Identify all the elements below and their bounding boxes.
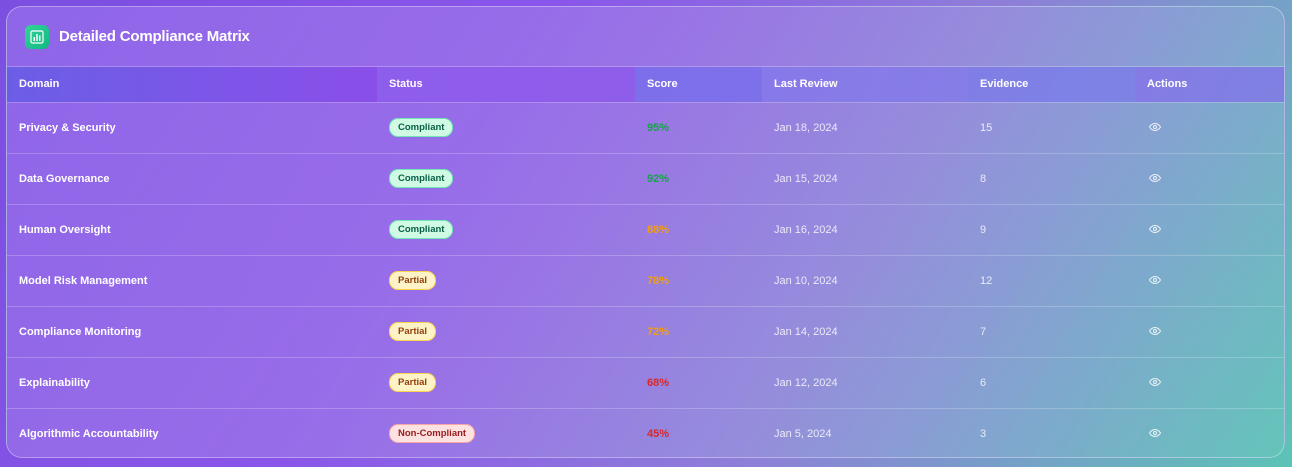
score-cell: 92% — [635, 153, 762, 204]
table-row: Algorithmic Accountability Non-Compliant… — [7, 408, 1284, 457]
status-cell: Non-Compliant — [377, 408, 635, 457]
last-review-cell: Jan 16, 2024 — [774, 223, 838, 236]
last-review-cell: Jan 14, 2024 — [774, 325, 838, 338]
actions-cell — [1135, 204, 1284, 255]
actions-cell — [1135, 255, 1284, 306]
eye-icon — [1149, 173, 1161, 183]
domain-cell: Privacy & Security — [19, 121, 116, 134]
score-value: 78% — [647, 274, 670, 287]
column-header-evidence: Evidence — [968, 67, 1135, 102]
view-button[interactable] — [1147, 323, 1163, 339]
score-cell: 72% — [635, 306, 762, 357]
last-review-cell: Jan 5, 2024 — [774, 427, 832, 440]
column-header-actions: Actions — [1135, 67, 1284, 102]
status-badge: Compliant — [389, 118, 454, 137]
status-badge: Partial — [389, 271, 437, 290]
domain-cell: Algorithmic Accountability — [19, 427, 159, 440]
table-row: Compliance Monitoring Partial 72% Jan 14… — [7, 306, 1284, 357]
status-cell: Compliant — [377, 153, 635, 204]
score-value: 92% — [647, 172, 670, 185]
actions-cell — [1135, 306, 1284, 357]
score-cell: 88% — [635, 204, 762, 255]
eye-icon — [1149, 429, 1161, 438]
evidence-cell: 3 — [980, 427, 987, 440]
status-cell: Compliant — [377, 204, 635, 255]
score-cell: 68% — [635, 357, 762, 408]
domain-cell: Explainability — [19, 376, 90, 389]
view-button[interactable] — [1147, 221, 1163, 237]
actions-cell — [1135, 408, 1284, 457]
column-header-last-review: Last Review — [762, 67, 968, 102]
view-button[interactable] — [1147, 272, 1163, 288]
table-row: Data Governance Compliant 92% Jan 15, 20… — [7, 153, 1284, 204]
evidence-cell: 6 — [980, 376, 987, 389]
bar-chart-icon — [25, 24, 49, 49]
status-cell: Partial — [377, 306, 635, 357]
table-header-row: Domain Status Score Last Review Evidence… — [7, 67, 1284, 102]
status-badge: Non-Compliant — [389, 424, 476, 444]
view-button[interactable] — [1147, 170, 1163, 186]
table-row: Explainability Partial 68% Jan 12, 2024 … — [7, 357, 1284, 408]
view-button[interactable] — [1147, 119, 1163, 135]
domain-cell: Data Governance — [19, 172, 110, 185]
table-row: Human Oversight Compliant 88% Jan 16, 20… — [7, 204, 1284, 255]
actions-cell — [1135, 357, 1284, 408]
card-header: Detailed Compliance Matrix — [7, 7, 1284, 67]
table-row: Model Risk Management Partial 78% Jan 10… — [7, 255, 1284, 306]
compliance-table: Domain Status Score Last Review Evidence… — [7, 67, 1284, 457]
status-badge: Compliant — [389, 169, 454, 188]
view-button[interactable] — [1147, 374, 1163, 390]
evidence-cell: 7 — [980, 325, 987, 338]
last-review-cell: Jan 10, 2024 — [774, 274, 838, 287]
score-value: 45% — [647, 427, 670, 440]
eye-icon — [1149, 377, 1161, 387]
column-header-score: Score — [635, 67, 762, 102]
card-title: Detailed Compliance Matrix — [59, 28, 250, 45]
last-review-cell: Jan 15, 2024 — [774, 172, 838, 185]
eye-icon — [1149, 122, 1161, 132]
status-cell: Compliant — [377, 102, 635, 153]
last-review-cell: Jan 12, 2024 — [774, 376, 838, 389]
status-badge: Partial — [389, 322, 437, 341]
evidence-cell: 8 — [980, 172, 987, 185]
actions-cell — [1135, 153, 1284, 204]
eye-icon — [1149, 275, 1161, 285]
score-cell: 78% — [635, 255, 762, 306]
domain-cell: Model Risk Management — [19, 274, 148, 287]
score-value: 95% — [647, 121, 670, 134]
domain-cell: Compliance Monitoring — [19, 325, 142, 338]
view-button[interactable] — [1147, 425, 1163, 441]
score-value: 68% — [647, 376, 670, 389]
score-cell: 45% — [635, 408, 762, 457]
score-value: 88% — [647, 223, 670, 236]
eye-icon — [1149, 326, 1161, 336]
table-row: Privacy & Security Compliant 95% Jan 18,… — [7, 102, 1284, 153]
column-header-domain: Domain — [7, 67, 377, 102]
evidence-cell: 12 — [980, 274, 993, 287]
status-cell: Partial — [377, 357, 635, 408]
score-cell: 95% — [635, 102, 762, 153]
evidence-cell: 15 — [980, 121, 993, 134]
evidence-cell: 9 — [980, 223, 987, 236]
compliance-matrix-card: Detailed Compliance Matrix Domain Status… — [6, 6, 1285, 458]
column-header-status: Status — [377, 67, 635, 102]
last-review-cell: Jan 18, 2024 — [774, 121, 838, 134]
status-badge: Compliant — [389, 220, 454, 239]
status-badge: Partial — [389, 373, 437, 392]
domain-cell: Human Oversight — [19, 223, 111, 236]
actions-cell — [1135, 102, 1284, 153]
score-value: 72% — [647, 325, 670, 338]
status-cell: Partial — [377, 255, 635, 306]
eye-icon — [1149, 224, 1161, 234]
